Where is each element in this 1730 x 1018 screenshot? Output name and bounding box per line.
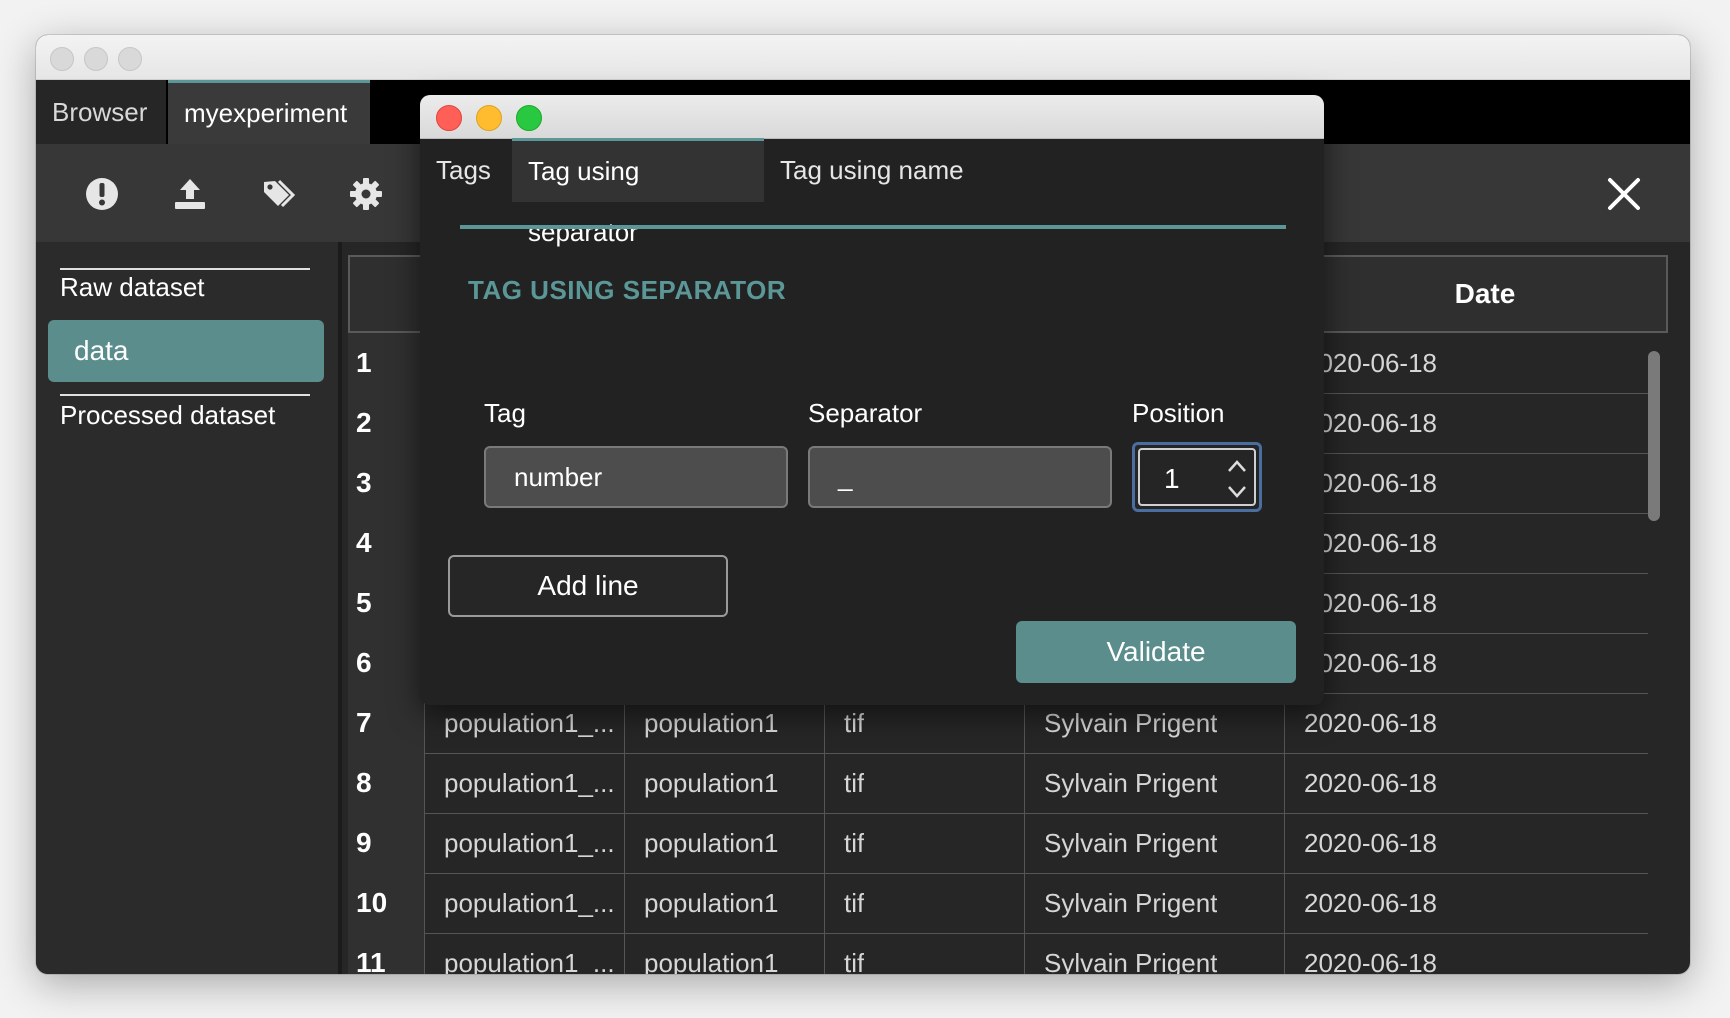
sidebar-item-data[interactable]: data — [48, 320, 324, 382]
table-scrollbar[interactable] — [1648, 351, 1660, 521]
dialog-close-button[interactable] — [436, 105, 462, 131]
row-index: 8 — [348, 753, 424, 813]
position-label: Position — [1132, 398, 1225, 428]
cell-name: population1_... — [444, 768, 615, 798]
tab-tag-using-separator[interactable]: Tag using separator — [512, 138, 764, 247]
row-index: 10 — [348, 873, 424, 933]
cell-author: Sylvain Prigent — [1044, 888, 1218, 918]
cell-date: 2020-06-18 — [1304, 828, 1437, 858]
tag-icon[interactable] — [260, 176, 296, 212]
cell-date: 2020-06-18 — [1304, 708, 1437, 738]
row-index: 3 — [348, 453, 424, 513]
cell-population: population1 — [644, 828, 779, 858]
column-header-date[interactable]: Date — [1310, 257, 1660, 331]
tab-underline — [460, 225, 1286, 229]
row-index: 1 — [348, 333, 424, 393]
row-index: 9 — [348, 813, 424, 873]
cell-date: 2020-06-18 — [1304, 948, 1437, 974]
separator-input[interactable]: _ — [808, 446, 1112, 508]
window-titlebar — [36, 35, 1690, 80]
tab-tags[interactable]: Tags — [420, 138, 512, 202]
tag-input[interactable]: number — [484, 446, 788, 508]
chevron-up-icon[interactable] — [1227, 459, 1247, 473]
table-row[interactable]: 8 population1_... population1 tif Sylvain Pr… — [348, 753, 1648, 814]
tab-tag-using-name[interactable]: Tag using name — [764, 138, 984, 202]
tab-myexperiment[interactable]: myexperiment — [168, 80, 370, 144]
cell-population: population1 — [644, 768, 779, 798]
sidebar-divider — [60, 268, 310, 270]
row-index: 6 — [348, 633, 424, 693]
table-row[interactable]: 10 population1_... population1 tif Sylvain P… — [348, 873, 1648, 934]
table-row[interactable]: 9 population1_... population1 tif Sylvain Pr… — [348, 813, 1648, 874]
dialog-zoom-button[interactable] — [516, 105, 542, 131]
minimize-window-button[interactable] — [84, 47, 108, 71]
alert-icon[interactable] — [84, 176, 120, 212]
cell-name: population1_... — [444, 828, 615, 858]
validate-button[interactable]: Validate — [1016, 621, 1296, 683]
cell-author: Sylvain Prigent — [1044, 768, 1218, 798]
dialog-minimize-button[interactable] — [476, 105, 502, 131]
close-window-button[interactable] — [50, 47, 74, 71]
cell-format: tif — [844, 828, 865, 858]
tag-label: Tag — [484, 398, 526, 428]
cell-format: tif — [844, 768, 865, 798]
row-index: 11 — [348, 933, 424, 974]
cell-population: population1 — [644, 948, 779, 974]
sidebar: Raw dataset data Processed dataset — [36, 242, 342, 974]
dialog-titlebar — [420, 95, 1324, 139]
sidebar-item-raw-dataset[interactable]: Raw dataset — [60, 272, 310, 303]
gear-icon[interactable] — [348, 176, 384, 212]
cell-population: population1 — [644, 888, 779, 918]
dialog-tabs: Tags Tag using separator Tag using name — [420, 138, 1324, 247]
sidebar-item-processed-dataset[interactable]: Processed dataset — [60, 400, 310, 431]
section-title: TAG USING SEPARATOR — [468, 275, 787, 305]
close-icon[interactable] — [1606, 176, 1642, 212]
upload-icon[interactable] — [172, 176, 208, 212]
row-index: 2 — [348, 393, 424, 453]
zoom-window-button[interactable] — [118, 47, 142, 71]
cell-date: 2020-06-18 — [1304, 768, 1437, 798]
position-spinner[interactable]: 1 — [1132, 442, 1262, 512]
add-line-button[interactable]: Add line — [448, 555, 728, 617]
cell-format: tif — [844, 888, 865, 918]
chevron-down-icon[interactable] — [1227, 485, 1247, 499]
cell-author: Sylvain Prigent — [1044, 948, 1218, 974]
cell-name: population1_... — [444, 888, 615, 918]
cell-format: tif — [844, 948, 865, 974]
cell-date: 2020-06-18 — [1304, 888, 1437, 918]
row-index: 4 — [348, 513, 424, 573]
cell-author: Sylvain Prigent — [1044, 828, 1218, 858]
cell-name: population1_... — [444, 948, 615, 974]
tag-dialog: Tags Tag using separator Tag using name … — [420, 95, 1324, 705]
row-index: 7 — [348, 693, 424, 753]
tab-browser[interactable]: Browser — [36, 80, 166, 144]
separator-label: Separator — [808, 398, 923, 428]
sidebar-divider — [60, 394, 310, 396]
row-index: 5 — [348, 573, 424, 633]
table-row[interactable]: 11 population1_... population1 tif Sylvain P… — [348, 933, 1648, 974]
